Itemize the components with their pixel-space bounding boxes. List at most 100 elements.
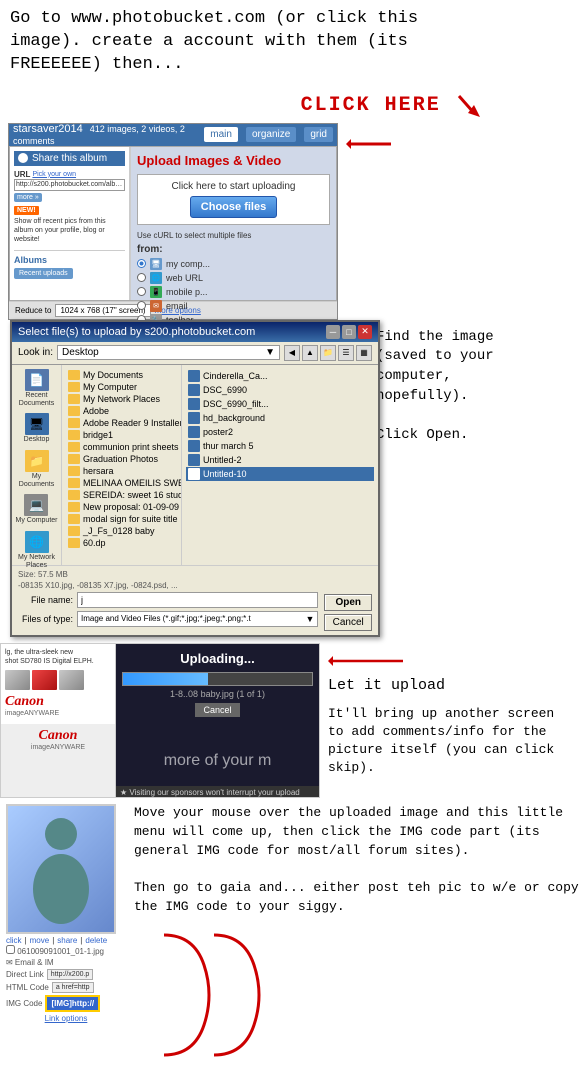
url-option-text: Use cURL to select multiple files [137,231,330,240]
filetype-label: Files of type: [18,614,73,624]
img-code-label: IMG Code [6,999,42,1008]
squiggle-arrow [134,925,294,1065]
from-option-mobile[interactable]: 📱 mobile p... [137,286,330,298]
html-code-box[interactable]: a href=http [52,982,94,993]
look-in-label: Look in: [18,347,53,358]
cancel-button[interactable]: Cancel [324,614,372,631]
folder-network[interactable]: My Network Places [66,393,177,405]
photo-checkbox[interactable] [6,945,15,954]
img-code-row: IMG Code [IMG]http:// [6,995,126,1012]
folder-bridge[interactable]: bridge1 [66,429,177,441]
folder-sereida[interactable]: SEREIDA: sweet 16 studio shoot: 11-05-08 [66,489,177,501]
folder-icon [68,490,80,500]
from-options: 🖥 my comp... 🌐 web URL 📱 mobile p... [137,258,330,326]
sidebar-network[interactable]: 🌐 My Network Places [14,531,59,569]
from-option-web[interactable]: 🌐 web URL [137,272,330,284]
more-text: more of your m [164,752,272,770]
intro-text: Go to www.photobucket.com (or click this… [0,0,585,87]
folder-adobe[interactable]: Adobe [66,405,177,417]
more-btn[interactable]: more » [14,193,42,202]
sidebar-desktop[interactable]: 🖥 Desktop [24,413,50,444]
radio-web[interactable] [137,273,146,282]
filename-input[interactable] [77,592,318,608]
from-option-computer[interactable]: 🖥 my comp... [137,258,330,270]
img-code-box[interactable]: [IMG]http:// [45,995,100,1012]
filetype-dropdown[interactable]: Image and Video Files (*.gif;*.jpg;*.jpe… [77,611,318,627]
dialog-footer: Size: 57.5 MB -08135 X10.jpg, -08135 X7.… [12,565,378,635]
dialog-minimize-btn[interactable]: ─ [326,325,340,339]
radio-mobile[interactable] [137,287,146,296]
dialog-close-btn[interactable]: ✕ [358,325,372,339]
dialog-maximize-btn[interactable]: □ [342,325,356,339]
screenshot-row: starsaver2014 412 images, 2 videos, 2 co… [0,123,585,320]
folder-communion[interactable]: communion print sheets [66,441,177,453]
from-option-email[interactable]: ✉ email [137,300,330,312]
sidebar-my-docs[interactable]: 📁 My Documents [14,450,59,488]
file-cinderella[interactable]: Cinderella_Ca... [186,369,374,383]
file-icon [188,398,200,410]
upload-area: Share this album URL Pick your own http:… [9,146,337,301]
sidebar-my-computer[interactable]: 💻 My Computer [15,494,57,525]
radio-email[interactable] [137,301,146,310]
upload-arrow-svg [328,651,408,671]
file-dsc6990filt[interactable]: DSC_6990_filt... [186,397,374,411]
back-btn[interactable]: ◀ [284,345,300,361]
pb-toolbar-title: starsaver2014 412 images, 2 videos, 2 co… [13,123,204,147]
folder-my-documents[interactable]: My Documents [66,369,177,381]
dialog-toolbar-icons: ◀ ▲ 📁 ☰ ▦ [284,345,372,361]
new-badge: NEW! [14,206,39,215]
uploading-panel: Uploading... 1-8..08 baby.jpg (1 of 1) C… [116,644,319,724]
intro-line2: image). create a account with them (its [10,32,408,51]
up-btn[interactable]: ▲ [302,345,318,361]
link-options[interactable]: Link options [6,1014,126,1023]
tab-main[interactable]: main [204,127,238,142]
direct-link-box[interactable]: http://x200.p [47,969,94,980]
folder-adobe-reader[interactable]: Adobe Reader 9 Installer [66,417,177,429]
intro-line1: Go to www.photobucket.com (or click this [10,9,418,28]
view-btn[interactable]: ☰ [338,345,354,361]
folder-jfs[interactable]: New proposal: 01-09-09 [66,501,177,513]
choose-files-button[interactable]: Choose files [190,196,277,218]
folder-modal[interactable]: modal sign for suite title [66,513,177,525]
dialog-title: Select file(s) to upload by s200.photobu… [18,326,255,338]
cancel-upload-btn[interactable]: Cancel [195,703,239,717]
folder-icon [68,370,80,380]
file-thur[interactable]: thur march 5 [186,439,374,453]
recent-uploads-btn[interactable]: Recent uploads [14,268,73,279]
footer-filename-row: File name: [18,592,318,608]
file-untitled2[interactable]: Untitled-2 [186,453,374,467]
radio-computer[interactable] [137,259,146,268]
web-icon: 🌐 [150,272,162,284]
bottom-instructions: Move your mouse over the uploaded image … [134,804,579,917]
folder-icon [68,418,80,428]
view-btn2[interactable]: ▦ [356,345,372,361]
pick-own-link[interactable]: Pick your own [32,171,76,178]
right-annotation [338,123,585,320]
folder-melinaa[interactable]: MELINAA OMEILIS SWEET 16 FIXEE [66,477,177,489]
share-icon [18,153,28,163]
folder-icon [68,514,80,524]
folder-hersara[interactable]: hersara [66,465,177,477]
sidebar-recent-docs[interactable]: 📄 Recent Documents [14,369,59,407]
file-hd-bg[interactable]: hd_background [186,411,374,425]
tab-organize[interactable]: organize [246,127,296,142]
progress-bottom: Canon imageANYWARE more of your m ★ Visi… [1,724,319,798]
file-dsc6990[interactable]: DSC_6990 [186,383,374,397]
look-in-dropdown[interactable]: Desktop ▼ [57,345,280,360]
folder-graduation[interactable]: Graduation Photos [66,453,177,465]
cam1 [5,670,30,690]
url-label: URL [14,170,30,179]
folder-jfs2[interactable]: _J_Fs_0128 baby [66,525,177,537]
new-folder-btn[interactable]: 📁 [320,345,336,361]
reduce-label: Reduce to [15,306,51,315]
file-icon [188,384,200,396]
person-silhouette [21,809,101,929]
canon-tagline-small: imageANYWARE [5,710,111,717]
tab-grid[interactable]: grid [304,127,333,142]
mobile-icon: 📱 [150,286,162,298]
file-untitled10[interactable]: Untitled-10 [186,467,374,481]
folder-60[interactable]: 60.dp [66,537,177,549]
folder-my-computer[interactable]: My Computer [66,381,177,393]
open-button[interactable]: Open [324,594,372,611]
file-poster2[interactable]: poster2 [186,425,374,439]
